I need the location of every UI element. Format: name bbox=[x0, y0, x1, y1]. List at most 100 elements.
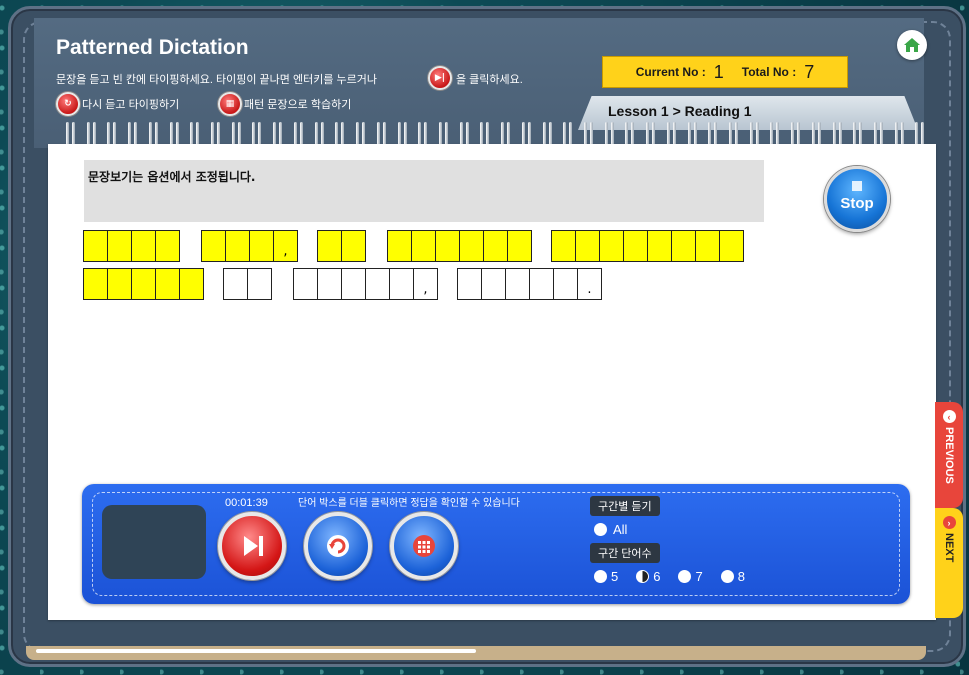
letter-cell[interactable] bbox=[107, 268, 132, 300]
instruction-line1-b: 을 클릭하세요. bbox=[456, 74, 523, 86]
letter-cell[interactable] bbox=[83, 230, 108, 262]
double-click-hint: 단어 박스를 더블 클릭하면 정답을 확인할 수 있습니다 bbox=[298, 498, 520, 509]
letter-cell[interactable] bbox=[179, 268, 204, 300]
letter-cell[interactable] bbox=[553, 268, 578, 300]
word-box[interactable]: , bbox=[201, 230, 298, 262]
letter-cell[interactable] bbox=[131, 268, 156, 300]
letter-cell[interactable] bbox=[459, 230, 484, 262]
letter-cell[interactable] bbox=[317, 268, 342, 300]
grid-icon bbox=[413, 535, 435, 557]
letter-cell[interactable] bbox=[225, 230, 250, 262]
stop-icon bbox=[852, 181, 862, 191]
option-all-label: All bbox=[613, 522, 628, 537]
letter-cell[interactable] bbox=[505, 268, 530, 300]
letter-cell[interactable] bbox=[247, 268, 272, 300]
word-box[interactable] bbox=[551, 230, 744, 262]
letter-cell[interactable] bbox=[155, 268, 180, 300]
word-count-options: 5 6 7 8 bbox=[594, 569, 745, 584]
option-all[interactable]: All bbox=[594, 522, 627, 537]
current-value: 1 bbox=[713, 61, 724, 82]
instruction-replay: 다시 듣고 타이핑하기 bbox=[82, 99, 180, 111]
letter-cell[interactable] bbox=[249, 230, 274, 262]
word-count-6: 6 bbox=[653, 569, 661, 584]
radio-5[interactable] bbox=[594, 570, 607, 583]
word-count-5: 5 bbox=[611, 569, 619, 584]
home-button[interactable] bbox=[897, 30, 927, 60]
next-label: NEXT bbox=[943, 533, 955, 563]
home-icon bbox=[904, 38, 920, 52]
letter-cell[interactable] bbox=[83, 268, 108, 300]
replay-icon[interactable]: ↻ bbox=[56, 92, 80, 116]
letter-cell[interactable] bbox=[623, 230, 648, 262]
letter-cell[interactable] bbox=[387, 230, 412, 262]
question-counter: Current No : 1 Total No : 7 bbox=[602, 56, 848, 88]
letter-cell[interactable] bbox=[575, 230, 600, 262]
instruction-pattern: 패턴 문장으로 학습하기 bbox=[244, 99, 352, 111]
letter-cell[interactable] bbox=[695, 230, 720, 262]
letter-cell[interactable] bbox=[411, 230, 436, 262]
letter-cell[interactable] bbox=[201, 230, 226, 262]
word-count-8: 8 bbox=[737, 569, 745, 584]
page-edge bbox=[26, 646, 926, 660]
word-box[interactable] bbox=[223, 268, 272, 300]
letter-cell[interactable] bbox=[671, 230, 696, 262]
letter-cell[interactable] bbox=[293, 268, 318, 300]
letter-cell[interactable]: . bbox=[577, 268, 602, 300]
enter-icon[interactable]: ▶| bbox=[428, 66, 452, 90]
previous-tab[interactable]: ‹ PREVIOUS bbox=[935, 402, 963, 508]
letter-cell[interactable] bbox=[317, 230, 342, 262]
radio-6[interactable] bbox=[636, 570, 650, 583]
total-label: Total No : bbox=[741, 65, 797, 79]
radio-8[interactable] bbox=[720, 570, 734, 583]
letter-cell[interactable] bbox=[529, 268, 554, 300]
letter-cell[interactable] bbox=[435, 230, 460, 262]
submit-next-button[interactable] bbox=[218, 512, 286, 580]
letter-cell[interactable] bbox=[507, 230, 532, 262]
sentence-notice: 문장보기는 옵션에서 조정됩니다. bbox=[88, 170, 256, 184]
radio-7[interactable] bbox=[678, 570, 692, 583]
letter-cell[interactable]: , bbox=[413, 268, 438, 300]
letter-cell[interactable] bbox=[719, 230, 744, 262]
letter-cell[interactable] bbox=[647, 230, 672, 262]
letter-cell[interactable] bbox=[131, 230, 156, 262]
stop-button[interactable]: Stop bbox=[824, 166, 890, 232]
section-words-label: 구간 단어수 bbox=[590, 543, 660, 563]
current-label: Current No : bbox=[635, 65, 706, 79]
total-value: 7 bbox=[804, 61, 815, 82]
timer: 00:01:39 bbox=[225, 497, 268, 509]
replay-icon bbox=[327, 535, 349, 557]
letter-cell[interactable] bbox=[389, 268, 414, 300]
replay-button[interactable] bbox=[304, 512, 372, 580]
next-tab[interactable]: › NEXT bbox=[935, 508, 963, 618]
pattern-button[interactable] bbox=[390, 512, 458, 580]
play-next-icon bbox=[244, 536, 263, 556]
letter-cell[interactable] bbox=[341, 268, 366, 300]
video-screen bbox=[102, 505, 206, 579]
letter-cell[interactable]: , bbox=[273, 230, 298, 262]
letter-cell[interactable] bbox=[365, 268, 390, 300]
letter-cell[interactable] bbox=[155, 230, 180, 262]
word-box[interactable]: . bbox=[457, 268, 602, 300]
word-box[interactable] bbox=[387, 230, 532, 262]
letter-cell[interactable] bbox=[551, 230, 576, 262]
radio-all[interactable] bbox=[594, 523, 607, 536]
letter-cell[interactable] bbox=[457, 268, 482, 300]
letter-cell[interactable] bbox=[481, 268, 506, 300]
section-listen-label: 구간별 듣기 bbox=[590, 496, 660, 516]
word-box[interactable] bbox=[83, 230, 180, 262]
instruction-line1-a: 문장을 듣고 빈 칸에 타이핑하세요. 타이핑이 끝나면 엔터키를 누르거나 bbox=[56, 74, 377, 86]
letter-cell[interactable] bbox=[341, 230, 366, 262]
letter-cell[interactable] bbox=[223, 268, 248, 300]
letter-cell[interactable] bbox=[107, 230, 132, 262]
word-count-7: 7 bbox=[695, 569, 703, 584]
chevron-right-icon: › bbox=[942, 516, 956, 529]
letter-cell[interactable] bbox=[483, 230, 508, 262]
pattern-grid-icon[interactable]: ▦ bbox=[218, 92, 242, 116]
word-box[interactable]: , bbox=[293, 268, 438, 300]
chevron-left-icon: ‹ bbox=[942, 410, 956, 423]
letter-cell[interactable] bbox=[599, 230, 624, 262]
word-box[interactable] bbox=[317, 230, 366, 262]
previous-label: PREVIOUS bbox=[943, 427, 955, 484]
app-title: Patterned Dictation bbox=[56, 36, 249, 59]
word-box[interactable] bbox=[83, 268, 204, 300]
